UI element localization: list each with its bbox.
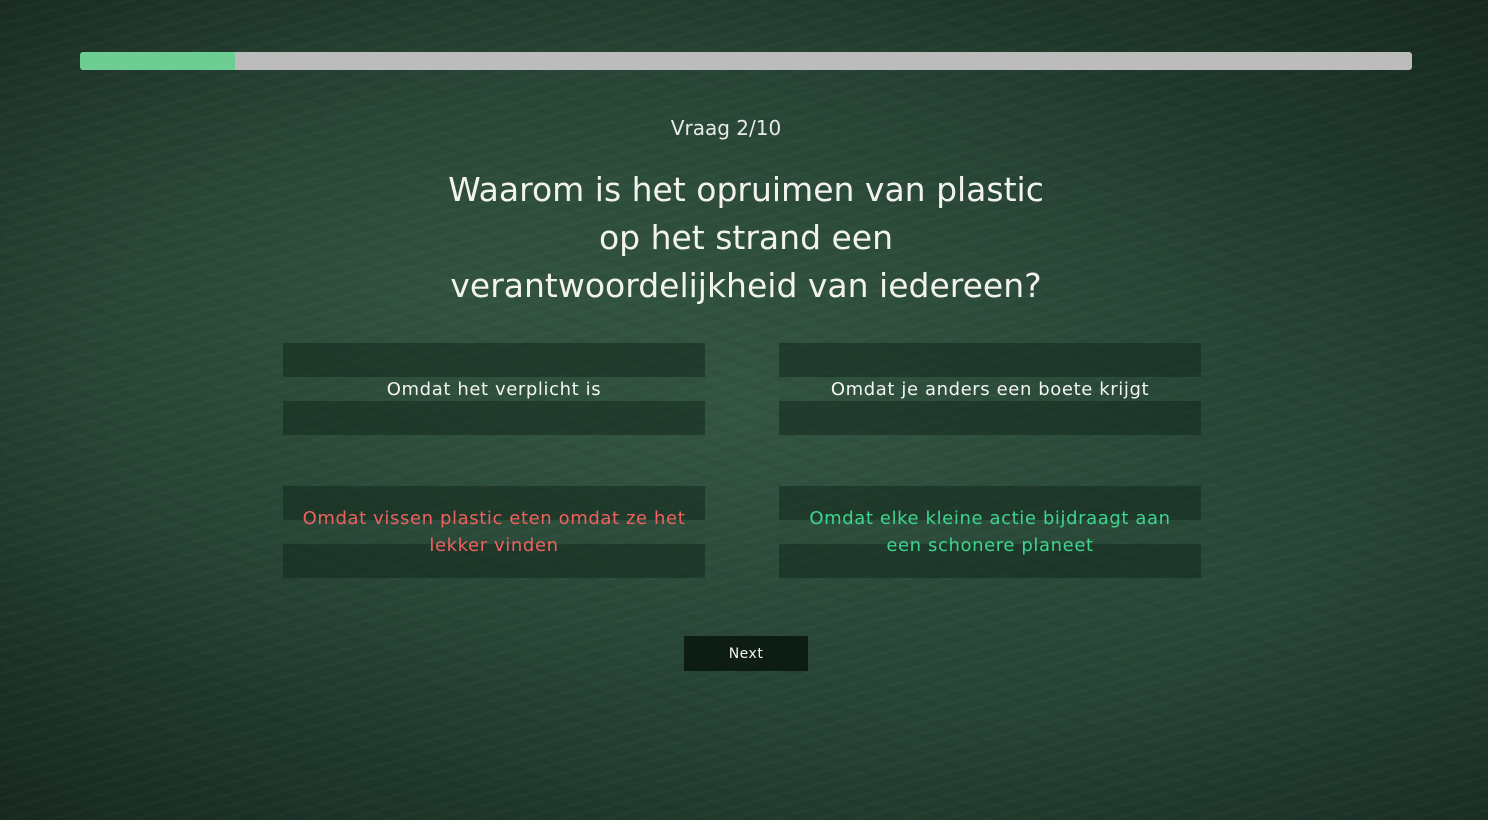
question-counter: Vraag 2/10 [670, 116, 782, 140]
progress-bar-fill [80, 52, 235, 70]
answer-option-label: Omdat het verplicht is [386, 378, 602, 400]
answer-option-1[interactable]: Omdat het verplicht is [283, 343, 705, 435]
answer-option-label: Omdat elke kleine actie bijdraagt aan ee… [809, 508, 1171, 556]
progress-bar [80, 52, 1412, 70]
question-text: Waarom is het opruimen van plastic op he… [448, 170, 1044, 305]
answer-option-label: Omdat vissen plastic eten omdat ze het l… [302, 508, 686, 556]
answer-option-4-correct[interactable]: Omdat elke kleine actie bijdraagt aan ee… [779, 486, 1201, 578]
answer-option-2[interactable]: Omdat je anders een boete krijgt [779, 343, 1201, 435]
answer-option-label: Omdat je anders een boete krijgt [830, 378, 1150, 400]
next-button[interactable]: Next [684, 636, 808, 671]
answer-option-3-wrong[interactable]: Omdat vissen plastic eten omdat ze het l… [283, 486, 705, 578]
